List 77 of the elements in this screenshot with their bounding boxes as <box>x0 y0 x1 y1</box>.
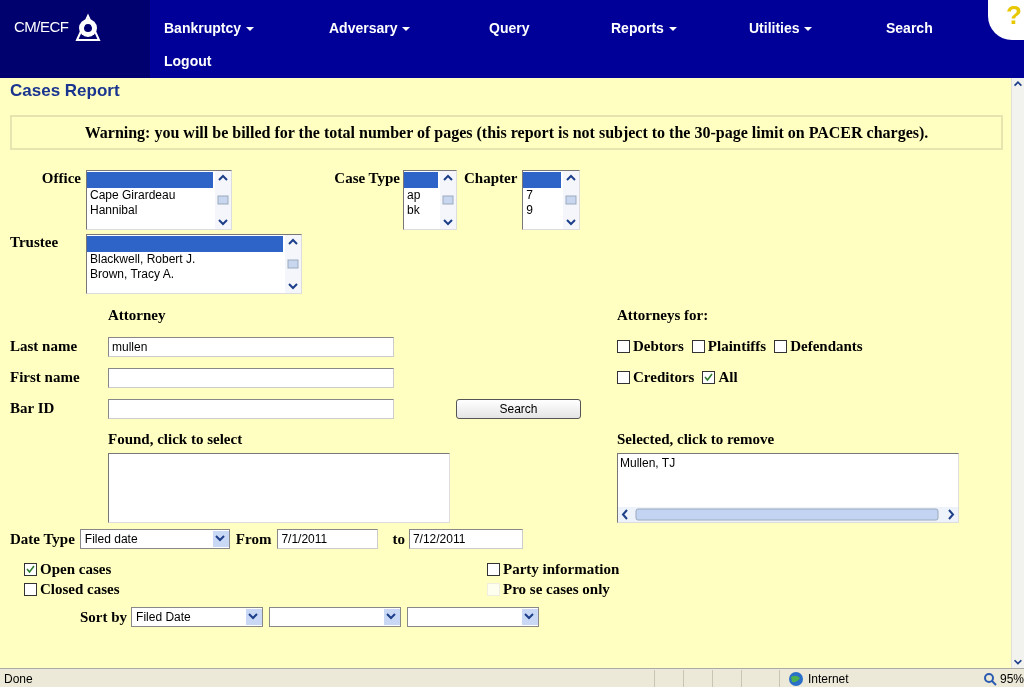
zoom-level[interactable]: 95% <box>999 671 1024 686</box>
zone-text: Internet <box>807 671 849 686</box>
checkbox-label: Debtors <box>633 338 684 355</box>
scroll-thumb[interactable] <box>287 259 299 269</box>
checkbox-label: Open cases <box>40 560 112 578</box>
field-label: Trustee <box>10 234 60 251</box>
menu-item[interactable]: Bankruptcy <box>164 11 255 44</box>
globe-icon <box>787 670 804 687</box>
list-box[interactable]: Blackwell, Robert J. Brown, Tracy A. <box>86 234 302 294</box>
page-title: Cases Report <box>10 81 121 101</box>
text-field[interactable] <box>108 398 394 419</box>
checkbox-label: Defendants <box>790 338 863 355</box>
checkbox[interactable] <box>702 371 716 384</box>
checkbox-label: Closed cases <box>40 580 120 598</box>
date-field[interactable]: 7/12/2011 <box>408 529 523 549</box>
list-option[interactable]: ap <box>404 188 440 203</box>
checkbox[interactable] <box>691 340 705 353</box>
logo-text: CM/ECF <box>14 18 69 35</box>
list-option[interactable]: Mullen, TJ <box>620 456 956 471</box>
scroll-thumb[interactable] <box>217 195 229 205</box>
section-heading: Attorneys for: <box>617 307 710 324</box>
field-label: to <box>392 530 405 548</box>
status-text: Done <box>3 671 34 686</box>
field-label: Bar ID <box>10 400 56 417</box>
scroll-thumb[interactable] <box>442 195 454 205</box>
dropdown[interactable] <box>269 607 402 627</box>
dropdown[interactable] <box>407 607 540 627</box>
list-option[interactable]: Blackwell, Robert J. <box>87 252 285 267</box>
checkbox[interactable] <box>774 340 788 353</box>
magnifier-icon <box>982 671 997 686</box>
scrollbar[interactable] <box>1011 78 1024 668</box>
section-heading: Attorney <box>108 307 167 324</box>
list-option[interactable]: 7 <box>523 188 564 203</box>
checkbox-label: Pro se cases only <box>503 580 610 598</box>
warning-banner: Warning: you will be billed for the total number of pages (this report is not subject to the 30-page limit on PACER charges). <box>10 115 1003 150</box>
list-option[interactable]: Brown, Tracy A. <box>87 267 285 282</box>
horizontal-scrollbar[interactable] <box>618 507 958 522</box>
field-label: Office <box>40 170 81 187</box>
field-label: Sort by <box>80 608 128 626</box>
dropdown[interactable]: Filed date <box>79 529 230 549</box>
field-label: Date Type <box>10 530 75 548</box>
checkbox-label: All <box>718 369 738 386</box>
menu-item[interactable]: Adversary <box>329 11 412 44</box>
menu-item[interactable]: Search <box>886 11 933 44</box>
field-label: From <box>235 530 272 548</box>
field-label: Case Type <box>333 170 400 187</box>
dropdown[interactable]: Filed Date <box>131 607 264 627</box>
checkbox[interactable] <box>617 340 630 353</box>
text-field[interactable] <box>108 367 394 388</box>
list-option[interactable]: Cape Girardeau <box>87 188 215 203</box>
list-option[interactable]: 9 <box>523 203 564 218</box>
list-box[interactable]: ap bk <box>403 170 457 230</box>
list-box[interactable]: Cape Girardeau Hannibal <box>86 170 232 230</box>
text-field[interactable]: mullen <box>108 336 394 357</box>
menu-item[interactable]: Utilities <box>749 11 814 44</box>
menu-item[interactable]: Logout <box>164 44 212 77</box>
field-label: Last name <box>10 338 79 355</box>
checkbox-label: Party information <box>503 560 620 578</box>
checkbox-label: Plaintiffs <box>707 338 767 355</box>
field-label: Chapter <box>464 170 518 187</box>
list-option[interactable]: bk <box>404 203 440 218</box>
list-box[interactable]: 7 9 <box>522 170 581 230</box>
field-label: First name <box>10 369 81 386</box>
section-heading: Selected, click to remove <box>617 431 776 448</box>
list-option[interactable]: Hannibal <box>87 203 215 218</box>
checkbox[interactable] <box>24 562 37 576</box>
selected-list[interactable]: Mullen, TJ <box>617 453 959 523</box>
search-button[interactable]: Search <box>456 398 581 419</box>
checkbox[interactable] <box>24 582 37 596</box>
menu-item[interactable]: Query <box>489 11 530 44</box>
scroll-thumb[interactable] <box>565 195 578 205</box>
checkbox-label: Creditors <box>633 369 695 386</box>
checkbox[interactable] <box>617 371 630 384</box>
section-heading: Found, click to select <box>108 431 244 448</box>
menu-item[interactable]: Reports <box>611 11 678 44</box>
checkbox[interactable] <box>487 562 500 576</box>
date-field[interactable]: 7/1/2011 <box>277 529 379 549</box>
